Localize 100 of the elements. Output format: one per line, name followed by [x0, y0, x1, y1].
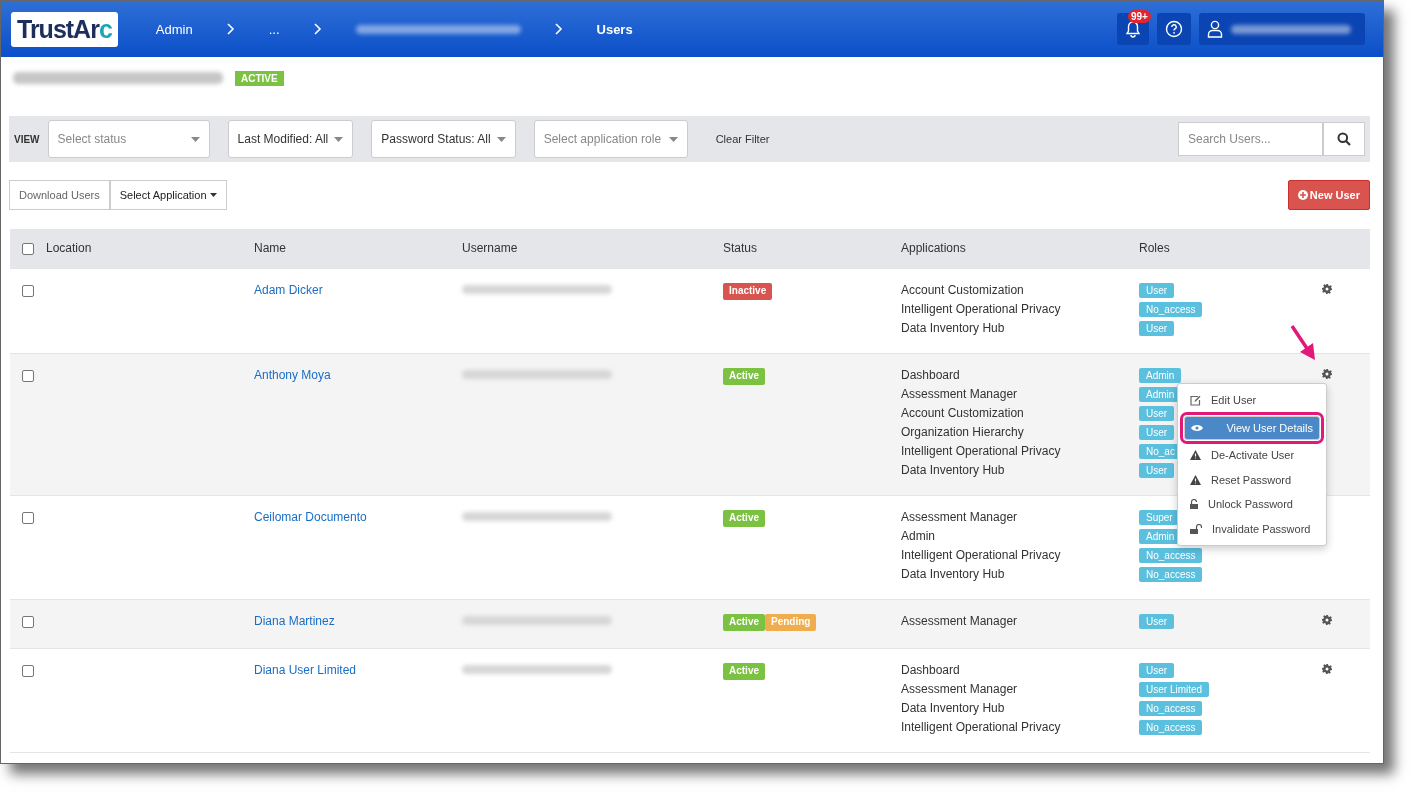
role-badge: User Limited	[1139, 682, 1210, 697]
status-badge: Active	[723, 663, 765, 680]
application-name: Intelligent Operational Privacy	[901, 548, 1061, 563]
notifications-button[interactable]: 99+	[1117, 13, 1149, 45]
user-icon	[1207, 20, 1223, 38]
breadcrumb-link[interactable]: Admin	[155, 21, 193, 37]
application-name: Dashboard	[901, 663, 960, 678]
role-badge: User	[1139, 406, 1175, 421]
application-name: Data Inventory Hub	[901, 321, 1005, 336]
plus-circle-icon	[1297, 190, 1308, 200]
warning-icon	[1190, 474, 1201, 485]
application-name: Data Inventory Hub	[901, 567, 1005, 582]
logo: TrustArc	[11, 11, 118, 47]
pointer-arrow	[1290, 324, 1318, 362]
application-name: Account Customization	[901, 283, 1024, 298]
search-field[interactable]: Search Users...	[1178, 122, 1323, 156]
column-header: Username	[462, 241, 518, 255]
help-icon	[1165, 20, 1183, 38]
new-user-button[interactable]: New User	[1287, 180, 1370, 210]
column-header: Status	[723, 241, 758, 255]
role-badge: No_access	[1139, 567, 1203, 582]
row-checkbox[interactable]	[22, 512, 34, 524]
role-badge: User	[1139, 663, 1175, 678]
menu-item[interactable]: Reset Password	[1178, 467, 1326, 492]
password-status-dropdown[interactable]: Password Status: All	[371, 120, 516, 158]
chevron-icon	[226, 23, 235, 35]
last-modified-dropdown[interactable]: Last Modified: All	[227, 120, 354, 158]
role-badge: User	[1139, 283, 1175, 298]
chevron-icon	[313, 23, 322, 35]
breadcrumb-link[interactable]: ...	[268, 21, 280, 37]
column-header: Applications	[901, 241, 966, 255]
role-badge: Super	[1139, 510, 1180, 525]
status-badge: Active	[723, 368, 765, 385]
application-name: Dashboard	[901, 368, 960, 383]
role-badge: Admin	[1139, 368, 1182, 383]
status-badge: Active	[723, 614, 765, 631]
column-header: Roles	[1139, 241, 1170, 255]
select-application-dropdown[interactable]: Select Application	[109, 180, 227, 210]
user-name-link[interactable]: Diana Martinez	[254, 614, 335, 628]
column-header: Location	[46, 241, 92, 255]
user-name-link[interactable]: Adam Dicker	[254, 283, 323, 297]
role-select[interactable]: Select application role	[533, 120, 688, 158]
role-badge: No_access	[1139, 701, 1203, 716]
application-name: Organization Hierarchy	[901, 425, 1024, 440]
breadcrumb-current: Users	[596, 21, 633, 37]
role-badge: User	[1139, 321, 1175, 336]
bell-icon	[1125, 20, 1141, 38]
caret-icon	[496, 136, 506, 142]
row-checkbox[interactable]	[22, 665, 34, 677]
caret-icon	[334, 136, 344, 142]
status-badge: Active	[723, 510, 765, 527]
application-name: Admin	[901, 529, 935, 544]
role-badge: User	[1139, 425, 1175, 440]
application-name: Intelligent Operational Privacy	[901, 302, 1061, 317]
settings-icon[interactable]	[1322, 664, 1332, 674]
status-select[interactable]: Select status	[47, 120, 210, 158]
column-header: Name	[254, 241, 286, 255]
role-badge: User	[1139, 614, 1175, 629]
role-badge: User	[1139, 463, 1175, 478]
settings-icon[interactable]	[1322, 284, 1332, 294]
application-name: Assessment Manager	[901, 682, 1018, 697]
user-name-link[interactable]: Diana User Limited	[254, 663, 357, 677]
padlock-icon	[1190, 499, 1198, 510]
row-checkbox[interactable]	[22, 370, 34, 382]
caret-icon	[668, 137, 678, 142]
status-badge: Pending	[765, 614, 817, 631]
status-badge: Inactive	[723, 283, 773, 300]
menu-item[interactable]: Unlock Password	[1178, 492, 1326, 517]
caret-icon	[190, 137, 200, 142]
open-padlock-icon	[1190, 523, 1202, 534]
warning-icon	[1190, 450, 1201, 461]
application-name: Account Customization	[901, 406, 1024, 421]
edit-icon	[1190, 394, 1201, 406]
view-label: VIEW	[14, 133, 40, 145]
settings-icon[interactable]	[1322, 615, 1332, 625]
download-users-button[interactable]: Download Users	[9, 180, 110, 210]
select-all-checkbox[interactable]	[22, 243, 34, 255]
application-name: Assessment Manager	[901, 614, 1018, 629]
search-icon	[1337, 132, 1351, 146]
clear-filter-link[interactable]: Clear Filter	[715, 133, 770, 145]
application-name: Assessment Manager	[901, 510, 1018, 525]
application-name: Intelligent Operational Privacy	[901, 444, 1061, 459]
search-button[interactable]	[1323, 122, 1365, 156]
user-name-link[interactable]: Anthony Moya	[254, 368, 331, 382]
application-name: Assessment Manager	[901, 387, 1018, 402]
role-badge: No_access	[1139, 720, 1203, 735]
user-name-link[interactable]: Ceilomar Documento	[254, 510, 367, 524]
help-button[interactable]	[1157, 13, 1191, 45]
role-badge: No_access	[1139, 302, 1203, 317]
application-name: Data Inventory Hub	[901, 701, 1005, 716]
row-checkbox[interactable]	[22, 285, 34, 297]
row-checkbox[interactable]	[22, 616, 34, 628]
application-name: Intelligent Operational Privacy	[901, 720, 1061, 735]
settings-icon[interactable]	[1322, 369, 1332, 379]
caret-icon	[209, 193, 217, 197]
role-badge: No_access	[1139, 548, 1203, 563]
application-name: Data Inventory Hub	[901, 463, 1005, 478]
user-menu-button[interactable]	[1199, 13, 1365, 45]
eye-icon	[1191, 423, 1203, 432]
chevron-icon	[554, 23, 563, 35]
